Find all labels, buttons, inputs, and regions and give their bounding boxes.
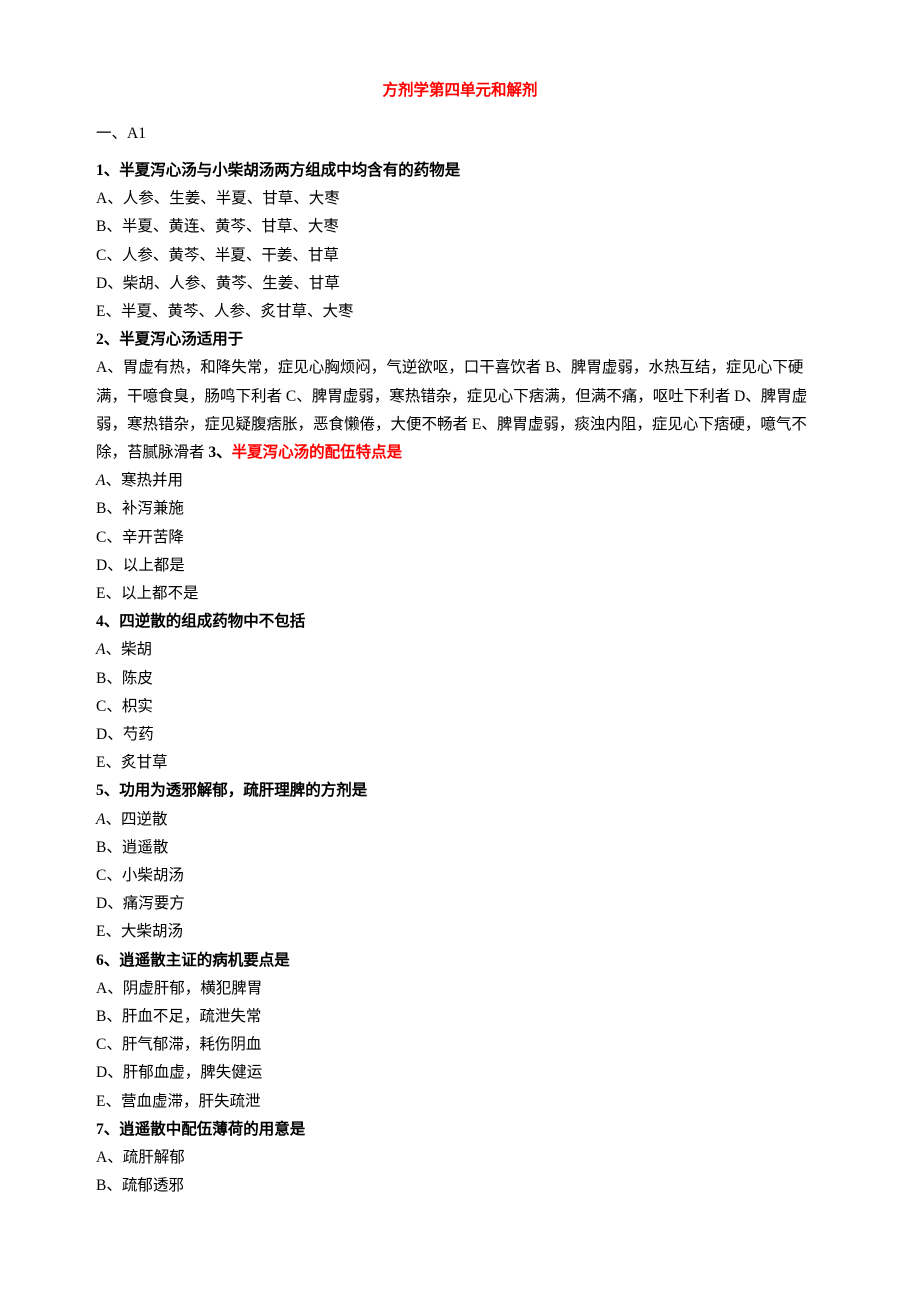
q7-text: 逍遥散中配伍薄荷的用意是 [119,1121,305,1138]
q3-option-c: C、辛开苦降 [96,524,824,552]
q1-sep: 、 [104,162,120,179]
q7-option-b: B、疏郁透邪 [96,1172,824,1200]
q1-option-c: C、人参、黄芩、半夏、干姜、甘草 [96,242,824,270]
question-1: 1、半夏泻心汤与小柴胡汤两方组成中均含有的药物是 A、人参、生姜、半夏、甘草、大… [96,157,824,326]
question-2: 2、半夏泻心汤适用于 A、胃虚有热，和降失常，症见心胸烦闷，气逆欲呕，口干喜饮者… [96,326,824,467]
q5-option-b: B、逍遥散 [96,834,824,862]
document-title: 方剂学第四单元和解剂 [96,78,824,100]
q4-sep: 、 [104,613,120,630]
q2-options-paragraph: A、胃虚有热，和降失常，症见心胸烦闷，气逆欲呕，口干喜饮者 B、脾胃虚弱，水热互… [96,354,824,467]
q3-option-a: A、寒热并用 [96,467,824,495]
q7-sep: 、 [104,1121,120,1138]
q3-text: 半夏泻心汤的配伍特点是 [232,444,403,461]
q5-sep: 、 [104,782,120,799]
question-4: 4、四逆散的组成药物中不包括 A、柴胡 B、陈皮 C、枳实 D、芍药 E、炙甘草 [96,608,824,777]
q6-option-e: E、营血虚滞，肝失疏泄 [96,1088,824,1116]
q1-option-b: B、半夏、黄连、黄芩、甘草、大枣 [96,213,824,241]
question-3: A、寒热并用 B、补泻兼施 C、辛开苦降 D、以上都是 E、以上都不是 [96,467,824,608]
q4-option-a: A、柴胡 [96,636,824,664]
q3-option-e: E、以上都不是 [96,580,824,608]
q4-a-rest: 、柴胡 [105,641,152,658]
q6-option-a: A、阴虚肝郁，横犯脾胃 [96,975,824,1003]
q6-number: 6 [96,952,104,969]
q6-text: 逍遥散主证的病机要点是 [119,952,290,969]
question-5: 5、功用为透邪解郁，疏肝理脾的方剂是 A、四逆散 B、逍遥散 C、小柴胡汤 D、… [96,777,824,946]
q5-option-c: C、小柴胡汤 [96,862,824,890]
q7-option-a: A、疏肝解郁 [96,1144,824,1172]
question-6: 6、逍遥散主证的病机要点是 A、阴虚肝郁，横犯脾胃 B、肝血不足，疏泄失常 C、… [96,947,824,1116]
q1-text: 半夏泻心汤与小柴胡汤两方组成中均含有的药物是 [119,162,460,179]
q6-option-b: B、肝血不足，疏泄失常 [96,1003,824,1031]
q2-sep: 、 [104,331,120,348]
q4-option-e: E、炙甘草 [96,749,824,777]
q1-number: 1 [96,162,104,179]
q4-option-d: D、芍药 [96,721,824,749]
q4-text: 四逆散的组成药物中不包括 [119,613,305,630]
q6-option-c: C、肝气郁滞，耗伤阴血 [96,1031,824,1059]
q4-number: 4 [96,613,104,630]
q5-a-rest: 、四逆散 [105,811,167,828]
q7-number: 7 [96,1121,104,1138]
section-label: 一、A1 [96,120,824,148]
q5-option-a: A、四逆散 [96,806,824,834]
q5-text: 功用为透邪解郁，疏肝理脾的方剂是 [119,782,367,799]
q2-body: A、胃虚有热，和降失常，症见心胸烦闷，气逆欲呕，口干喜饮者 B、脾胃虚弱，水热互… [96,359,807,461]
q3-sep: 、 [216,444,232,461]
q5-option-d: D、痛泻要方 [96,890,824,918]
q3-a-rest: 、寒热并用 [105,472,183,489]
q2-number: 2 [96,331,104,348]
q4-option-b: B、陈皮 [96,665,824,693]
q5-option-e: E、大柴胡汤 [96,918,824,946]
q1-option-e: E、半夏、黄芩、人参、炙甘草、大枣 [96,298,824,326]
q1-option-d: D、柴胡、人参、黄芩、生姜、甘草 [96,270,824,298]
question-7: 7、逍遥散中配伍薄荷的用意是 A、疏肝解郁 B、疏郁透邪 [96,1116,824,1201]
document-page: 方剂学第四单元和解剂 一、A1 1、半夏泻心汤与小柴胡汤两方组成中均含有的药物是… [0,0,920,1280]
q6-option-d: D、肝郁血虚，脾失健运 [96,1059,824,1087]
q6-sep: 、 [104,952,120,969]
q3-option-b: B、补泻兼施 [96,495,824,523]
q3-option-d: D、以上都是 [96,552,824,580]
q4-option-c: C、枳实 [96,693,824,721]
q1-option-a: A、人参、生姜、半夏、甘草、大枣 [96,185,824,213]
q5-number: 5 [96,782,104,799]
q3-number: 3 [208,444,216,461]
q2-text: 半夏泻心汤适用于 [119,331,243,348]
